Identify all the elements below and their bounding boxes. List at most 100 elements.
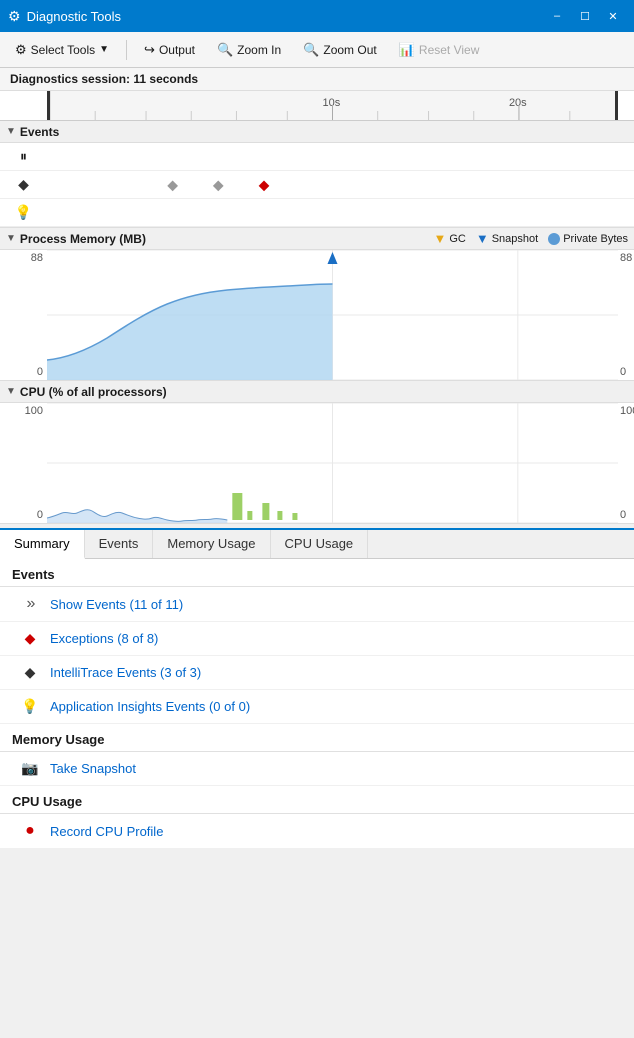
diamond-track: ◆ ◆ ◆: [47, 171, 618, 198]
memory-y-max-right: 88: [620, 252, 632, 264]
camera-icon: 📷: [20, 760, 40, 777]
take-snapshot-item[interactable]: 📷 Take Snapshot: [0, 752, 634, 786]
diamond-marker-3[interactable]: ◆: [259, 176, 270, 193]
output-button[interactable]: ↪ Output: [135, 36, 204, 64]
tab-summary[interactable]: Summary: [0, 530, 85, 559]
charts-area: ▼ Events ⏸ ◆ ◆ ◆ ◆: [0, 121, 634, 524]
output-label: Output: [159, 43, 195, 57]
cpu-header: ▼ CPU (% of all processors): [0, 381, 634, 403]
app-insights-text[interactable]: Application Insights Events (0 of 0): [50, 699, 250, 714]
lightbulb-icon: 💡: [0, 204, 47, 221]
window-title: Diagnostic Tools: [27, 9, 544, 24]
intellitrace-text[interactable]: IntelliTrace Events (3 of 3): [50, 665, 201, 680]
cpu-collapse-icon[interactable]: ▼: [6, 386, 16, 397]
reset-icon: 📊: [399, 42, 415, 58]
cpu-y-min-right: 0: [620, 509, 626, 521]
events-section: ▼ Events ⏸ ◆ ◆ ◆ ◆: [0, 121, 634, 228]
memory-y-min: 0: [37, 366, 43, 378]
summary-cpu-header: CPU Usage: [0, 786, 634, 814]
diamond-icon: ◆: [0, 176, 47, 193]
reset-view-label: Reset View: [419, 43, 479, 57]
memory-section: ▼ Process Memory (MB) ▼ GC ▼ Snapshot Pr…: [0, 228, 634, 381]
take-snapshot-text[interactable]: Take Snapshot: [50, 761, 136, 776]
zoom-out-button[interactable]: 🔍 Zoom Out: [294, 36, 386, 64]
summary-events-header: Events: [0, 559, 634, 587]
exceptions-icon: ◆: [20, 630, 40, 647]
output-icon: ↪: [144, 42, 155, 58]
tab-memory-usage[interactable]: Memory Usage: [153, 530, 270, 558]
timeline: // drawn inline below 10s 20s: [0, 91, 634, 121]
session-label: Diagnostics session: 11 seconds: [10, 72, 198, 86]
zoom-out-label: Zoom Out: [323, 43, 376, 57]
gc-icon: ▼: [433, 231, 446, 246]
gc-label: GC: [449, 233, 466, 245]
cpu-y-labels-left: 100 0: [0, 403, 47, 523]
intellitrace-item[interactable]: ◆ IntelliTrace Events (3 of 3): [0, 656, 634, 690]
summary-memory-header: Memory Usage: [0, 724, 634, 752]
cpu-section: ▼ CPU (% of all processors) 100 0: [0, 381, 634, 524]
lightbulb-event-row: 💡: [0, 199, 634, 227]
lightbulb-track: [47, 199, 618, 226]
app-insights-icon: 💡: [20, 698, 40, 715]
record-cpu-item[interactable]: ● Record CPU Profile: [0, 814, 634, 849]
record-icon: ●: [20, 822, 40, 840]
title-bar: ⚙ Diagnostic Tools – ☐ ✕: [0, 0, 634, 32]
exceptions-item[interactable]: ◆ Exceptions (8 of 8): [0, 622, 634, 656]
events-label: Events: [20, 125, 59, 139]
show-events-item[interactable]: » Show Events (11 of 11): [0, 587, 634, 622]
cpu-y-labels-right: 100 0: [618, 403, 634, 523]
summary-content: Events » Show Events (11 of 11) ◆ Except…: [0, 559, 634, 849]
tab-cpu-usage[interactable]: CPU Usage: [271, 530, 369, 558]
zoom-in-button[interactable]: 🔍 Zoom In: [208, 36, 290, 64]
zoom-out-icon: 🔍: [303, 42, 319, 58]
tab-events[interactable]: Events: [85, 530, 154, 558]
close-button[interactable]: ✕: [600, 5, 626, 27]
select-tools-button[interactable]: ⚙ Select Tools ▼: [6, 36, 118, 64]
cpu-label: CPU (% of all processors): [20, 385, 167, 399]
bottom-tabs: Summary Events Memory Usage CPU Usage: [0, 528, 634, 559]
memory-collapse-icon[interactable]: ▼: [6, 233, 16, 244]
gc-legend: ▼ GC: [433, 231, 465, 246]
cpu-y-max-right: 100: [620, 405, 634, 417]
diamond-marker-1[interactable]: ◆: [167, 176, 178, 193]
intellitrace-icon: ◆: [20, 664, 40, 681]
reset-view-button[interactable]: 📊 Reset View: [390, 36, 489, 64]
zoom-in-icon: 🔍: [217, 42, 233, 58]
app-insights-item[interactable]: 💡 Application Insights Events (0 of 0): [0, 690, 634, 724]
private-bytes-legend: Private Bytes: [548, 233, 628, 245]
dropdown-arrow-icon: ▼: [99, 44, 109, 55]
show-events-text[interactable]: Show Events (11 of 11): [50, 597, 183, 612]
memory-header: ▼ Process Memory (MB) ▼ GC ▼ Snapshot Pr…: [0, 228, 634, 250]
zoom-in-label: Zoom In: [237, 43, 281, 57]
diamond-event-row: ◆ ◆ ◆ ◆: [0, 171, 634, 199]
private-bytes-icon: [548, 233, 560, 245]
events-collapse-icon[interactable]: ▼: [6, 126, 16, 137]
memory-y-labels-right: 88 0: [618, 250, 634, 380]
select-tools-label: Select Tools: [31, 43, 95, 57]
record-cpu-text[interactable]: Record CPU Profile: [50, 824, 163, 839]
restore-button[interactable]: ☐: [572, 5, 598, 27]
memory-y-min-right: 0: [620, 366, 626, 378]
memory-legend: ▼ GC ▼ Snapshot Private Bytes: [433, 231, 628, 246]
pause-event-row: ⏸: [0, 143, 634, 171]
pause-track: [47, 143, 618, 170]
events-chart: ⏸ ◆ ◆ ◆ ◆ 💡: [0, 143, 634, 227]
memory-y-max: 88: [31, 252, 43, 264]
memory-label: Process Memory (MB): [20, 232, 146, 246]
window-controls: – ☐ ✕: [544, 5, 626, 27]
gear-icon: ⚙: [15, 42, 27, 58]
cpu-chart-inner: [47, 403, 618, 523]
memory-chart-inner: [47, 250, 618, 380]
minimize-button[interactable]: –: [544, 5, 570, 27]
pause-icon: ⏸: [0, 148, 47, 165]
diamond-marker-2[interactable]: ◆: [213, 176, 224, 193]
session-info: Diagnostics session: 11 seconds: [0, 68, 634, 91]
snapshot-icon: ▼: [476, 231, 489, 246]
snapshot-label: Snapshot: [492, 233, 538, 245]
exceptions-text[interactable]: Exceptions (8 of 8): [50, 631, 158, 646]
memory-chart: 88 0: [0, 250, 634, 380]
memory-y-labels-left: 88 0: [0, 250, 47, 380]
events-header: ▼ Events: [0, 121, 634, 143]
toolbar: ⚙ Select Tools ▼ ↪ Output 🔍 Zoom In 🔍 Zo…: [0, 32, 634, 68]
title-icon: ⚙: [8, 8, 21, 25]
